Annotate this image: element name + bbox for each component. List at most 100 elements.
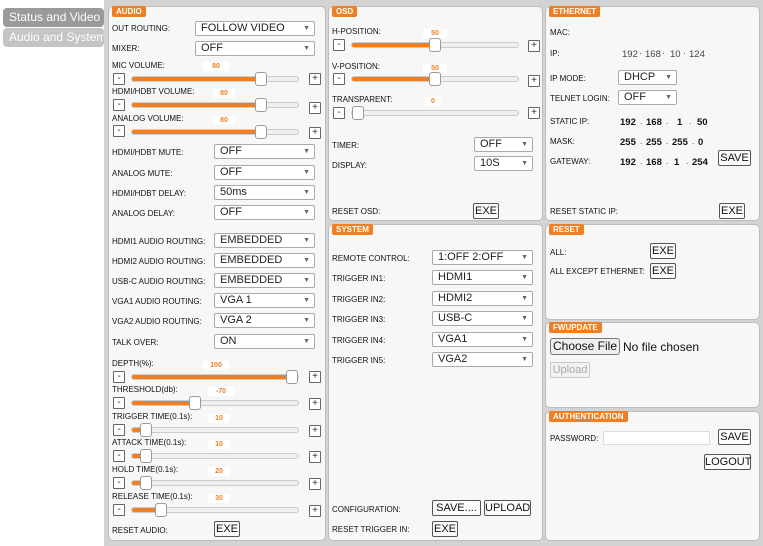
slider-handle[interactable] [286, 370, 298, 384]
reset-trigger-button[interactable]: EXE [432, 521, 458, 537]
analog-volume-increase-button[interactable]: + [309, 127, 321, 139]
gateway-octet-4[interactable]: 254 [692, 157, 708, 168]
tab-audio-and-system[interactable]: Audio and System [3, 28, 106, 47]
release-time-slider[interactable] [131, 503, 299, 517]
depth-decrease-button[interactable]: - [113, 371, 125, 383]
hdmi-volume-slider[interactable] [131, 98, 299, 112]
analog-delay-select[interactable]: OFF ▼ [214, 205, 315, 220]
slider-handle[interactable] [255, 72, 267, 86]
hold-time-decrease-button[interactable]: - [113, 477, 125, 489]
hold-time-increase-button[interactable]: + [309, 478, 321, 490]
mic-volume-decrease-button[interactable]: - [113, 73, 125, 85]
attack-time-slider[interactable] [131, 449, 299, 463]
mask-octet-2[interactable]: 255 [646, 137, 662, 148]
trigger-in1-select[interactable]: HDMI1 ▼ [432, 270, 533, 285]
trigger-time-decrease-button[interactable]: - [113, 424, 125, 436]
slider-handle[interactable] [429, 72, 441, 86]
hdmi2-routing-select[interactable]: EMBEDDED ▼ [214, 253, 315, 268]
reset-audio-button[interactable]: EXE [214, 521, 240, 537]
ip-mode-select[interactable]: DHCP ▼ [618, 70, 677, 85]
auth-save-button[interactable]: SAVE [718, 429, 751, 445]
slider-handle[interactable] [255, 125, 267, 139]
configuration-save-button[interactable]: SAVE.... [432, 500, 481, 516]
hold-time-slider[interactable] [131, 476, 299, 490]
analog-volume-slider[interactable] [131, 125, 299, 139]
transparent-slider[interactable] [351, 106, 519, 120]
v-position-increase-button[interactable]: + [528, 75, 540, 87]
h-position-decrease-button[interactable]: - [333, 39, 345, 51]
out-routing-select[interactable]: FOLLOW VIDEO ▼ [195, 21, 315, 36]
ethernet-save-button[interactable]: SAVE [718, 150, 751, 166]
gateway-octet-2[interactable]: 168 [646, 157, 662, 168]
reset-all-button[interactable]: EXE [650, 243, 676, 259]
vga1-routing-select[interactable]: VGA 1 ▼ [214, 293, 315, 308]
mask-octet-1[interactable]: 255 [620, 137, 636, 148]
mixer-select[interactable]: OFF ▼ [195, 41, 315, 56]
reset-all-except-ethernet-button[interactable]: EXE [650, 263, 676, 279]
v-position-slider[interactable] [351, 72, 519, 86]
remote-control-select[interactable]: 1:OFF 2:OFF ▼ [432, 250, 533, 265]
display-select[interactable]: 10S ▼ [474, 156, 533, 171]
trigger-in4-select[interactable]: VGA1 ▼ [432, 332, 533, 347]
depth-increase-button[interactable]: + [309, 371, 321, 383]
remote-control-label: REMOTE CONTROL: [332, 254, 410, 263]
slider-handle[interactable] [352, 106, 364, 120]
threshold-increase-button[interactable]: + [309, 398, 321, 410]
h-position-increase-button[interactable]: + [528, 40, 540, 52]
logout-button[interactable]: LOGOUT [704, 454, 751, 470]
timer-select[interactable]: OFF ▼ [474, 137, 533, 152]
release-time-increase-button[interactable]: + [309, 505, 321, 517]
slider-handle[interactable] [140, 449, 152, 463]
trigger-in2-select[interactable]: HDMI2 ▼ [432, 291, 533, 306]
static-ip-octet-4[interactable]: 50 [697, 117, 708, 128]
gateway-octet-1[interactable]: 192 [620, 157, 636, 168]
depth-slider[interactable] [131, 370, 299, 384]
h-position-slider[interactable] [351, 38, 519, 52]
release-time-value: 30 [208, 494, 230, 503]
mask-octet-3[interactable]: 255 [672, 137, 688, 148]
threshold-slider[interactable] [131, 396, 299, 410]
trigger-time-slider[interactable] [131, 423, 299, 437]
analog-mute-select[interactable]: OFF ▼ [214, 165, 315, 180]
mic-volume-slider[interactable] [131, 72, 299, 86]
attack-time-increase-button[interactable]: + [309, 451, 321, 463]
hdmi1-routing-select[interactable]: EMBEDDED ▼ [214, 233, 315, 248]
analog-volume-decrease-button[interactable]: - [113, 125, 125, 137]
slider-handle[interactable] [140, 476, 152, 490]
slider-handle[interactable] [255, 98, 267, 112]
trigger-in3-select[interactable]: USB-C ▼ [432, 311, 533, 326]
slider-handle[interactable] [429, 38, 441, 52]
choose-file-button[interactable]: Choose File [550, 338, 620, 355]
static-ip-octet-3[interactable]: 1 [677, 117, 682, 128]
reset-osd-button[interactable]: EXE [473, 203, 499, 219]
mic-volume-increase-button[interactable]: + [309, 73, 321, 85]
trigger-in5-select[interactable]: VGA2 ▼ [432, 352, 533, 367]
hdmi-delay-select[interactable]: 50ms ▼ [214, 185, 315, 200]
hdmi-mute-select[interactable]: OFF ▼ [214, 144, 315, 159]
upload-button[interactable]: Upload [550, 362, 590, 378]
transparent-increase-button[interactable]: + [528, 107, 540, 119]
configuration-upload-button[interactable]: UPLOAD [484, 500, 531, 516]
release-time-decrease-button[interactable]: - [113, 504, 125, 516]
slider-handle[interactable] [140, 423, 152, 437]
talk-over-select[interactable]: ON ▼ [214, 334, 315, 349]
vga2-routing-select[interactable]: VGA 2 ▼ [214, 313, 315, 328]
gateway-octet-3[interactable]: 1 [674, 157, 679, 168]
usbc-routing-select[interactable]: EMBEDDED ▼ [214, 273, 315, 288]
password-input[interactable] [603, 431, 710, 445]
hdmi-volume-decrease-button[interactable]: - [113, 99, 125, 111]
reset-static-ip-button[interactable]: EXE [719, 203, 745, 219]
tab-status-and-video[interactable]: Status and Video [3, 8, 104, 27]
attack-time-decrease-button[interactable]: - [113, 450, 125, 462]
transparent-decrease-button[interactable]: - [333, 107, 345, 119]
telnet-select[interactable]: OFF ▼ [618, 90, 677, 105]
static-ip-octet-2[interactable]: 168 [646, 117, 662, 128]
threshold-decrease-button[interactable]: - [113, 397, 125, 409]
trigger-time-increase-button[interactable]: + [309, 425, 321, 437]
static-ip-octet-1[interactable]: 192 [620, 117, 636, 128]
hdmi-volume-increase-button[interactable]: + [309, 102, 321, 114]
v-position-decrease-button[interactable]: - [333, 73, 345, 85]
slider-handle[interactable] [155, 503, 167, 517]
slider-handle[interactable] [189, 396, 201, 410]
mask-octet-4[interactable]: 0 [698, 137, 703, 148]
